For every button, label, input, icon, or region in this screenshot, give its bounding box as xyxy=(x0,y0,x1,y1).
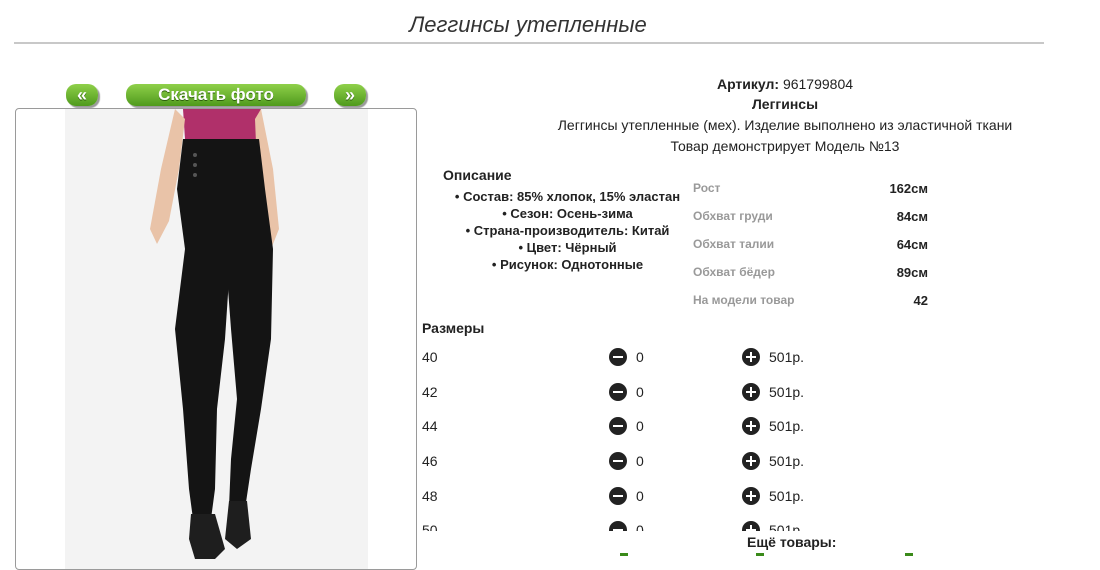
description-list: Состав: 85% хлопок, 15% эластан Сезон: О… xyxy=(440,188,695,273)
minus-circle-icon[interactable] xyxy=(609,452,627,470)
prev-photo-button[interactable]: « xyxy=(66,84,98,106)
size-row: 42 0 501р. xyxy=(415,377,835,407)
download-photo-button[interactable]: Скачать фото xyxy=(126,84,306,106)
product-name: Леггинсы xyxy=(751,96,819,112)
price-value: 501р. xyxy=(769,384,805,400)
article-line: Артикул: 961799804 xyxy=(540,76,1030,92)
size-row: 40 0 501р. xyxy=(415,342,835,372)
description-item: Сезон: Осень-зима xyxy=(440,205,695,222)
product-photo-illustration xyxy=(65,109,368,569)
more-products-marker xyxy=(905,553,913,556)
plus-circle-icon[interactable] xyxy=(742,417,760,435)
model-note: Товар демонстрирует Модель №13 xyxy=(670,138,900,154)
measurement-value: 162см xyxy=(889,181,928,196)
page-title: Леггинсы утепленные xyxy=(409,12,647,37)
description-item: Рисунок: Однотонные xyxy=(440,256,695,273)
description-item: Состав: 85% хлопок, 15% эластан xyxy=(440,188,695,205)
product-subtitle: Леггинсы утепленные (мех). Изделие выпол… xyxy=(557,117,1013,133)
measurement-value: 64см xyxy=(896,237,928,252)
quantity-value: 0 xyxy=(636,453,644,469)
measurement-value: 89см xyxy=(896,265,928,280)
quantity-value: 0 xyxy=(636,384,644,400)
more-products-marker xyxy=(756,553,764,556)
size-row: 46 0 501р. xyxy=(415,446,835,476)
title-divider xyxy=(14,42,1044,44)
price-value: 501р. xyxy=(769,349,805,365)
more-products-heading: Ещё товары: xyxy=(747,534,837,550)
size-row: 44 0 501р. xyxy=(415,411,835,441)
plus-circle-icon[interactable] xyxy=(742,487,760,505)
measurement-label: Обхват бёдер xyxy=(693,265,775,279)
product-photo xyxy=(65,109,368,569)
quantity-value: 0 xyxy=(636,488,644,504)
sizes-list: 40 0 501р. 42 0 501р. 44 0 501р. 46 0 50… xyxy=(415,342,835,531)
price-value: 501р. xyxy=(769,418,805,434)
size-value: 46 xyxy=(422,453,438,469)
size-value: 42 xyxy=(422,384,438,400)
price-value: 501р. xyxy=(769,488,805,504)
minus-circle-icon[interactable] xyxy=(609,417,627,435)
minus-circle-icon[interactable] xyxy=(609,521,627,531)
size-value: 44 xyxy=(422,418,438,434)
next-photo-button[interactable]: » xyxy=(334,84,366,106)
quantity-value: 0 xyxy=(636,418,644,434)
measurement-value: 84см xyxy=(896,209,928,224)
measurement-label: На модели товар xyxy=(693,293,795,307)
minus-circle-icon[interactable] xyxy=(609,487,627,505)
plus-circle-icon[interactable] xyxy=(742,383,760,401)
size-row: 48 0 501р. xyxy=(415,481,835,511)
size-row: 50 0 501р. xyxy=(415,515,835,531)
article-label: Артикул: xyxy=(716,76,780,92)
quantity-value: 0 xyxy=(636,522,644,531)
minus-circle-icon[interactable] xyxy=(609,383,627,401)
article-value: 961799804 xyxy=(782,76,854,92)
price-value: 501р. xyxy=(769,453,805,469)
sizes-heading: Размеры xyxy=(422,320,485,336)
price-value: 501р. xyxy=(769,522,805,531)
description-item: Цвет: Чёрный xyxy=(440,239,695,256)
description-item: Страна-производитель: Китай xyxy=(440,222,695,239)
measurement-label: Обхват груди xyxy=(693,209,773,223)
minus-circle-icon[interactable] xyxy=(609,348,627,366)
plus-circle-icon[interactable] xyxy=(742,348,760,366)
size-value: 50 xyxy=(422,522,438,531)
measurement-label: Обхват талии xyxy=(693,237,775,251)
plus-circle-icon[interactable] xyxy=(742,452,760,470)
more-products-marker xyxy=(620,553,628,556)
product-photo-frame xyxy=(15,108,417,570)
measurement-value: 42 xyxy=(913,293,928,308)
size-value: 40 xyxy=(422,349,438,365)
size-value: 48 xyxy=(422,488,438,504)
description-heading: Описание xyxy=(443,167,512,183)
quantity-value: 0 xyxy=(636,349,644,365)
measurement-label: Рост xyxy=(693,181,721,195)
plus-circle-icon[interactable] xyxy=(742,521,760,531)
